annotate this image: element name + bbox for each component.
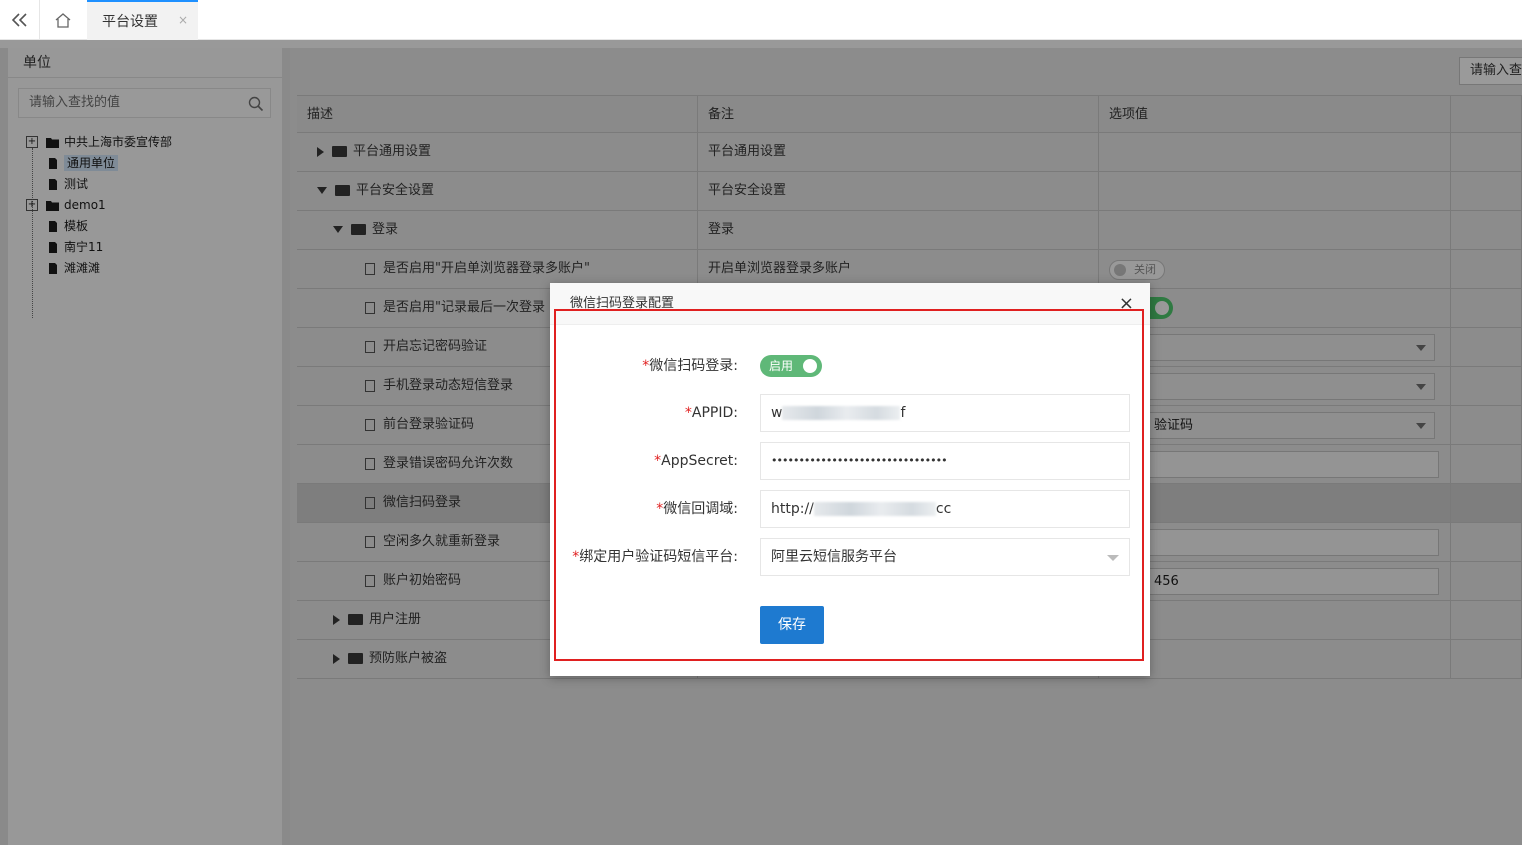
search-placeholder: 请输入查找的值 (29, 95, 121, 110)
field-label: 微信扫码登录: (649, 358, 738, 374)
column-header-value: 选项值 (1099, 96, 1451, 132)
field-label: AppSecret: (661, 453, 738, 469)
tree-node-label: 通用单位 (64, 155, 119, 171)
home-button[interactable] (40, 0, 86, 40)
chevron-down-icon (1416, 423, 1426, 429)
tree-node-label: 滩滩滩 (64, 261, 101, 275)
expand-icon[interactable]: + (26, 199, 38, 211)
redacted-text (813, 502, 936, 516)
appsecret-input[interactable]: •••••••••••••••••••••••••••••••• (760, 442, 1130, 480)
table-row[interactable]: 平台通用设置 平台通用设置 (297, 133, 1522, 172)
callback-domain-input[interactable]: http://cc (760, 490, 1130, 528)
folder-icon (348, 653, 363, 664)
sms-platform-select[interactable]: 阿里云短信服务平台 (760, 538, 1130, 576)
caret-right-icon[interactable] (333, 614, 340, 625)
expand-icon[interactable]: + (26, 136, 38, 148)
caret-down-icon[interactable] (333, 226, 343, 233)
file-icon (365, 262, 375, 275)
panel-title: 单位 (8, 48, 282, 78)
wechat-login-switch[interactable]: 启用 (760, 355, 822, 377)
folder-icon (46, 201, 59, 211)
value-input[interactable] (1109, 451, 1439, 478)
file-icon (365, 301, 375, 314)
close-icon[interactable]: × (178, 13, 188, 27)
file-icon (49, 179, 57, 190)
caret-right-icon[interactable] (317, 146, 324, 157)
tree-node[interactable]: 滩滩滩 (26, 258, 172, 279)
double-chevron-left-icon (11, 13, 27, 27)
wechat-login-config-dialog: 微信扫码登录配置 × *微信扫码登录: 启用 *APPID: wf *AppSe… (550, 283, 1150, 676)
folder-open-icon (351, 224, 366, 235)
form-row-wechat-login: *微信扫码登录: 启用 (550, 347, 1150, 385)
file-icon (365, 418, 375, 431)
file-icon (365, 340, 375, 353)
column-header-desc: 描述 (297, 96, 698, 132)
file-icon (365, 379, 375, 392)
chevron-down-icon (1416, 384, 1426, 390)
folder-icon (348, 614, 363, 625)
folder-icon (46, 138, 59, 148)
appid-input[interactable]: wf (760, 394, 1130, 432)
field-label: 绑定用户验证码短信平台: (579, 549, 738, 565)
file-icon (49, 263, 57, 274)
tree-node[interactable]: 模板 (26, 216, 172, 237)
value-select[interactable] (1109, 373, 1435, 400)
form-row-appsecret: *AppSecret: ••••••••••••••••••••••••••••… (550, 442, 1150, 480)
tree-node-label: demo1 (64, 198, 106, 212)
unit-tree: + 中共上海市委宣传部 通用单位 测试 + demo1 模板 南宁11 滩滩滩 (26, 132, 172, 318)
tree-node-label: 模板 (64, 219, 89, 233)
field-label: APPID: (691, 405, 738, 421)
toggle-switch[interactable]: 关闭 (1109, 260, 1165, 280)
search-icon[interactable] (248, 95, 264, 123)
folder-icon (332, 146, 347, 157)
tree-node[interactable]: 通用单位 (26, 153, 172, 174)
query-input[interactable]: 请输入查 (1459, 57, 1522, 85)
chevron-down-icon (1107, 555, 1119, 561)
tree-node[interactable]: 测试 (26, 174, 172, 195)
file-icon (365, 535, 375, 548)
form-row-callback: *微信回调域: http://cc (550, 490, 1150, 528)
file-icon (49, 242, 57, 253)
column-header-note: 备注 (698, 96, 1099, 132)
tab-label: 平台设置 (102, 14, 158, 30)
top-tab-bar: 平台设置 × (0, 0, 1522, 40)
tree-node[interactable]: + demo1 (26, 195, 172, 216)
tree-node[interactable]: + 中共上海市委宣传部 (26, 132, 172, 153)
redacted-text (782, 406, 901, 420)
value-input[interactable]: 456 (1109, 568, 1439, 595)
folder-open-icon (335, 185, 350, 196)
table-row[interactable]: 登录 登录 (297, 211, 1522, 250)
caret-right-icon[interactable] (333, 653, 340, 664)
save-button[interactable]: 保存 (760, 606, 824, 644)
tree-node[interactable]: 南宁11 (26, 237, 172, 258)
caret-down-icon[interactable] (317, 187, 327, 194)
form-row-appid: *APPID: wf (550, 394, 1150, 432)
grid-header: 描述 备注 选项值 (297, 95, 1522, 133)
file-icon (49, 221, 57, 232)
tree-node-label: 南宁11 (64, 240, 104, 254)
chevron-down-icon (1416, 345, 1426, 351)
overlay-strip (0, 40, 1522, 48)
home-icon (55, 13, 71, 28)
tree-node-label: 测试 (64, 177, 89, 191)
tree-search-input[interactable]: 请输入查找的值 (18, 88, 271, 118)
tab-platform-settings[interactable]: 平台设置 × (87, 0, 198, 40)
collapse-menu-button[interactable] (0, 0, 40, 40)
table-row[interactable]: 平台安全设置 平台安全设置 (297, 172, 1522, 211)
field-label: 微信回调域: (663, 501, 738, 517)
unit-tree-panel: 单位 请输入查找的值 + 中共上海市委宣传部 通用单位 测试 + demo1 模… (8, 48, 282, 845)
file-icon (365, 574, 375, 587)
file-icon (49, 158, 57, 169)
file-icon (365, 457, 375, 470)
form-row-sms-platform: *绑定用户验证码短信平台: 阿里云短信服务平台 (550, 538, 1150, 576)
tree-node-label: 中共上海市委宣传部 (64, 135, 173, 149)
value-select[interactable] (1109, 334, 1435, 361)
value-select[interactable]: 验证码 (1109, 412, 1435, 439)
file-icon (365, 496, 375, 509)
value-input[interactable] (1109, 529, 1439, 556)
